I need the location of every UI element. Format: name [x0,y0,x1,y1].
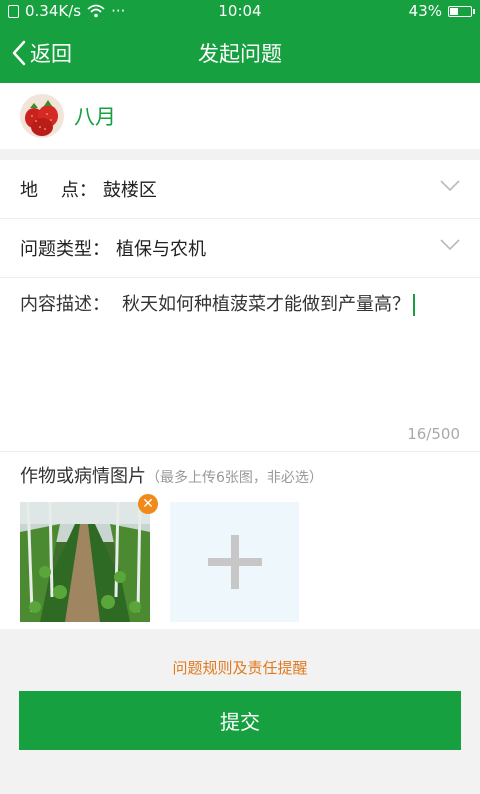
rules-link[interactable]: 问题规则及责任提醒 [0,657,480,678]
type-select[interactable]: 问题类型： 植保与农机 [0,219,480,278]
question-form: 地 点： 鼓楼区 问题类型： 植保与农机 内容描述： 秋天如何种植菠菜才能做到产… [0,160,480,629]
type-value: 植保与农机 [116,239,206,260]
back-button[interactable]: 返回 [0,38,72,68]
more-dots: ··· [111,2,126,20]
username: 八月 [74,105,116,129]
photo-title: 作物或病情图片 [20,466,146,487]
strawberry-avatar-icon [20,94,64,138]
remove-photo-button[interactable]: ✕ [138,494,158,514]
type-label: 问题类型： [20,239,110,260]
back-label: 返回 [30,41,72,66]
submit-button[interactable]: 提交 [19,691,461,750]
avatar[interactable] [20,94,64,138]
description-text: 秋天如何种植菠菜才能做到产量高？ [122,294,410,315]
wifi-icon [87,4,105,18]
header: 0.34K/s ··· 10:04 43% 返回 发起问题 [0,0,480,83]
status-right: 43% [408,2,475,20]
battery-percent: 43% [408,2,442,20]
page-title: 发起问题 [198,41,282,66]
battery-icon [448,5,475,17]
chevron-down-icon [440,239,460,251]
char-counter: 16/500 [407,425,460,443]
location-value: 鼓楼区 [102,180,157,201]
user-row: 八月 [0,83,480,149]
close-icon: ✕ [142,496,154,512]
divider [0,149,480,160]
nav-bar: 返回 发起问题 [0,22,480,83]
status-bar: 0.34K/s ··· 10:04 43% [0,0,480,22]
status-left: 0.34K/s ··· [8,2,125,20]
chevron-down-icon [440,180,460,192]
description-field[interactable]: 内容描述： 秋天如何种植菠菜才能做到产量高？ 16/500 [0,278,480,452]
location-select[interactable]: 地 点： 鼓楼区 [0,160,480,219]
photo-list: ✕ [20,494,460,622]
photo-thumbnail[interactable]: ✕ [20,494,158,622]
chevron-left-icon [12,40,26,65]
greenhouse-photo [20,501,150,622]
battery-level [450,7,458,15]
photo-section: 作物或病情图片（最多上传6张图，非必选） ✕ [0,452,480,629]
description-label: 内容描述： [20,294,110,315]
network-speed: 0.34K/s [25,2,82,20]
sim-card-icon [8,4,19,18]
text-cursor [413,294,415,316]
add-photo-button[interactable] [170,502,299,622]
location-label: 地 点： [20,180,97,201]
plus-icon [207,535,262,589]
photo-hint: （最多上传6张图，非必选） [146,470,323,486]
